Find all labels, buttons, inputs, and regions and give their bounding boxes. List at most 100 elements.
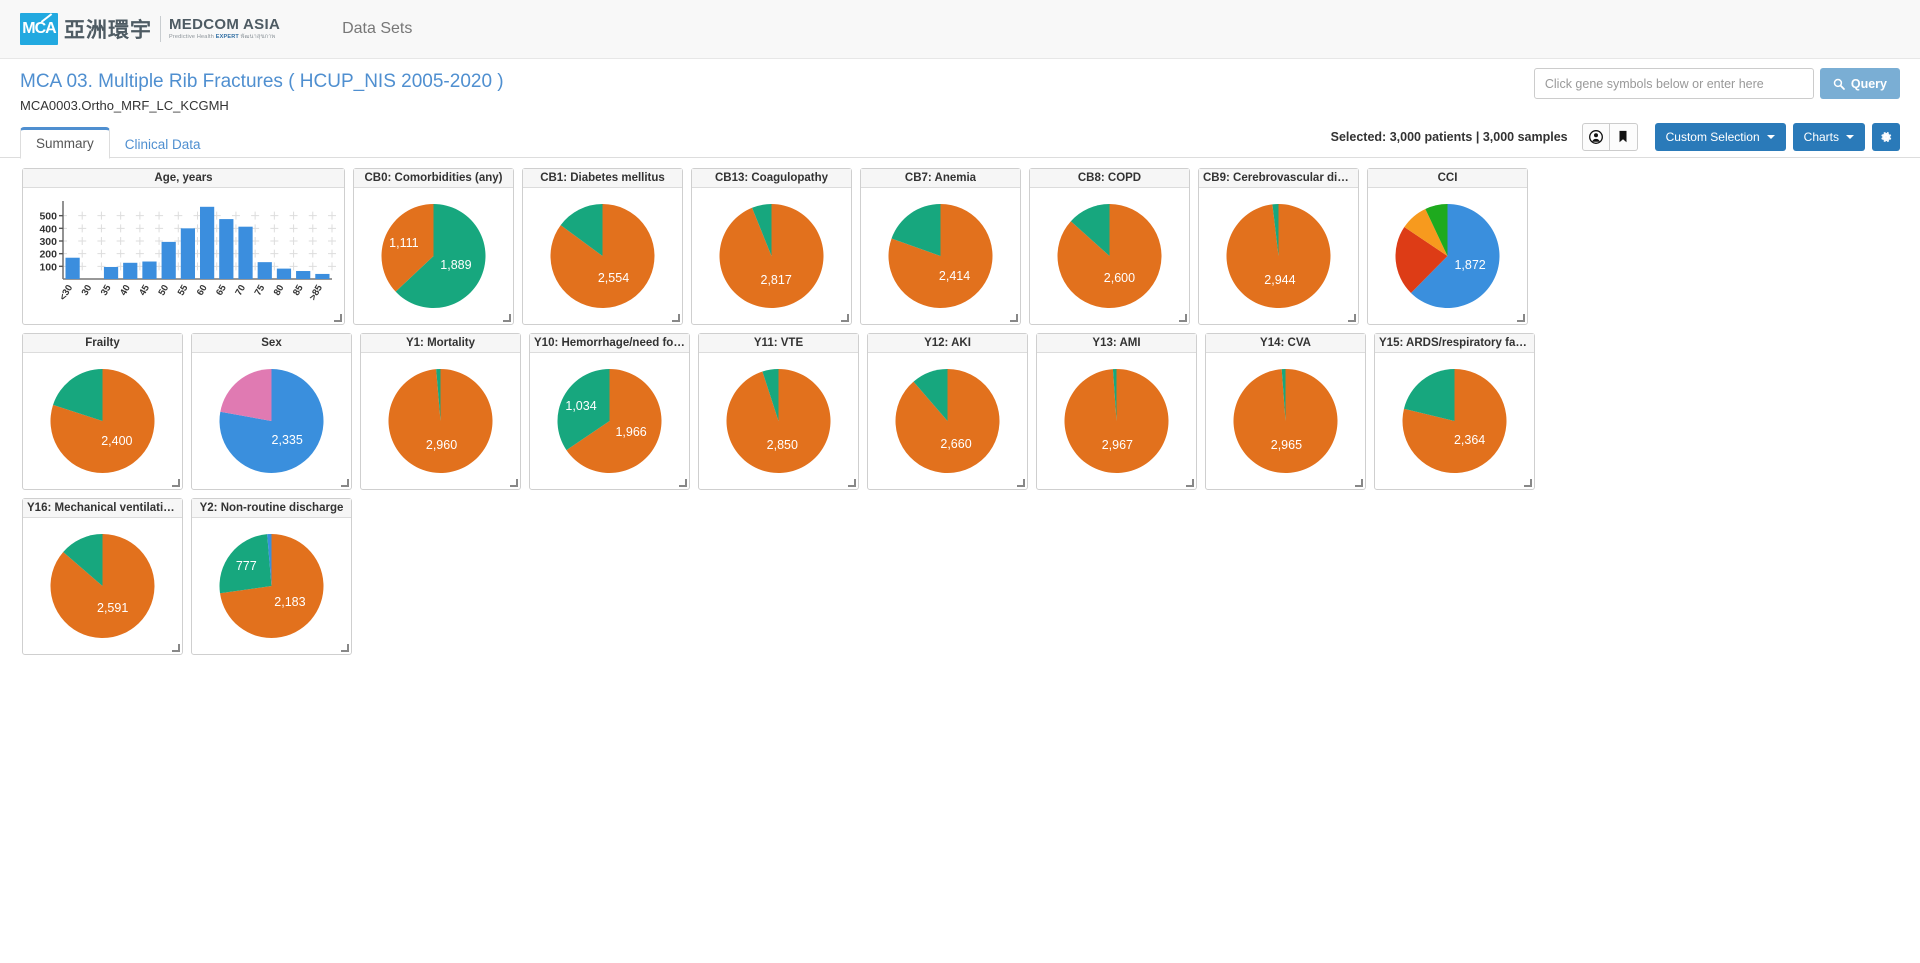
histogram-bar[interactable] [161, 241, 176, 279]
chart-card-sex[interactable]: Sex 2,335 [191, 332, 352, 490]
chart-body-y2[interactable]: 2,183 777 [192, 518, 351, 654]
pie-chart[interactable]: 2,600 [1030, 188, 1189, 324]
chart-card-age[interactable]: Age, years 100 200 300 400 500 <30 30 35 40 45 50 5… [22, 167, 345, 325]
patient-view-button[interactable] [1581, 122, 1610, 151]
resize-handle[interactable] [1010, 313, 1018, 322]
pie-slice[interactable] [219, 533, 272, 594]
pie-chart[interactable]: 2,335 [192, 353, 351, 489]
histogram-bar[interactable] [315, 273, 330, 279]
pie-svg[interactable] [1199, 188, 1358, 324]
pie-chart[interactable]: 2,364 [1375, 353, 1534, 489]
pie-svg[interactable] [1206, 353, 1365, 489]
pie-chart[interactable]: 2,817 [692, 188, 851, 324]
settings-button[interactable] [1872, 122, 1900, 151]
age-histogram[interactable]: 100200300400500 <30 30 35 40 45 50 55 60 65 70 75 80… [23, 189, 344, 323]
pie-svg[interactable] [23, 518, 182, 654]
pie-chart[interactable]: 2,554 [523, 188, 682, 324]
query-button[interactable]: Query [1819, 68, 1900, 99]
chart-card-y2[interactable]: Y2: Non-routine discharge 2,183 777 [191, 497, 352, 655]
pie-svg[interactable] [530, 353, 689, 489]
chart-card-cb9[interactable]: CB9: Cerebrovascular disease 2,944 [1198, 167, 1359, 325]
custom-selection-button[interactable]: Custom Selection [1654, 122, 1786, 151]
pie-svg[interactable] [1037, 353, 1196, 489]
chart-body-y1[interactable]: 2,960 [361, 353, 520, 489]
chart-body-age[interactable]: 100 200 300 400 500 <30 30 35 40 45 50 55 60 65 70 75 80… [23, 188, 344, 324]
resize-handle[interactable] [1179, 313, 1187, 322]
pie-chart[interactable]: 2,591 [23, 518, 182, 654]
pie-chart[interactable]: 2,414 [861, 188, 1020, 324]
pie-svg[interactable] [692, 188, 851, 324]
histogram-bar[interactable] [238, 226, 253, 279]
chart-body-y11[interactable]: 2,850 [699, 353, 858, 489]
resize-handle[interactable] [1186, 478, 1194, 487]
resize-handle[interactable] [503, 313, 511, 322]
pie-chart[interactable]: 1,872 [1368, 188, 1527, 324]
tab-summary[interactable]: Summary [20, 127, 110, 159]
chart-card-y12[interactable]: Y12: AKI 2,660 [867, 332, 1028, 490]
pie-chart[interactable]: 1,889 1,111 [354, 188, 513, 324]
chart-body-cb8[interactable]: 2,600 [1030, 188, 1189, 324]
pie-chart[interactable]: 2,660 [868, 353, 1027, 489]
resize-handle[interactable] [841, 313, 849, 322]
resize-handle[interactable] [510, 478, 518, 487]
histogram-bar[interactable] [142, 261, 157, 279]
resize-handle[interactable] [341, 643, 349, 652]
pie-chart[interactable]: 2,850 [699, 353, 858, 489]
charts-button[interactable]: Charts [1792, 122, 1865, 151]
chart-body-frailty[interactable]: 2,400 [23, 353, 182, 489]
pie-chart[interactable]: 2,400 [23, 353, 182, 489]
chart-card-y1[interactable]: Y1: Mortality 2,960 [360, 332, 521, 490]
pie-svg[interactable] [192, 353, 351, 489]
chart-card-y10[interactable]: Y10: Hemorrhage/need for transfu... 1,96… [529, 332, 690, 490]
chart-body-cb9[interactable]: 2,944 [1199, 188, 1358, 324]
pie-svg[interactable] [868, 353, 1027, 489]
histogram-bar[interactable] [180, 228, 196, 279]
pie-chart[interactable]: 2,960 [361, 353, 520, 489]
pie-svg[interactable] [192, 518, 351, 654]
pie-chart[interactable]: 1,966 1,034 [530, 353, 689, 489]
chart-card-cci[interactable]: CCI 1,872 [1367, 167, 1528, 325]
resize-handle[interactable] [1524, 478, 1532, 487]
resize-handle[interactable] [1355, 478, 1363, 487]
histogram-bar[interactable] [103, 266, 119, 279]
chart-card-frailty[interactable]: Frailty 2,400 [22, 332, 183, 490]
pie-svg[interactable] [23, 353, 182, 489]
resize-handle[interactable] [1348, 313, 1356, 322]
pie-chart[interactable]: 2,183 777 [192, 518, 351, 654]
gene-symbol-search-input[interactable] [1533, 68, 1814, 99]
tab-clinical-data[interactable]: Clinical Data [110, 130, 216, 159]
pie-svg[interactable] [861, 188, 1020, 324]
pie-svg[interactable] [1030, 188, 1189, 324]
chart-body-cb0[interactable]: 1,889 1,111 [354, 188, 513, 324]
histogram-bar[interactable] [65, 257, 80, 279]
histogram-bar[interactable] [199, 206, 215, 279]
chart-body-y16[interactable]: 2,591 [23, 518, 182, 654]
pie-chart[interactable]: 2,944 [1199, 188, 1358, 324]
chart-body-cb7[interactable]: 2,414 [861, 188, 1020, 324]
pie-svg[interactable] [1368, 188, 1527, 324]
pie-svg[interactable] [523, 188, 682, 324]
pie-chart[interactable]: 2,965 [1206, 353, 1365, 489]
chart-body-sex[interactable]: 2,335 [192, 353, 351, 489]
nav-item-data-sets[interactable]: Data Sets [342, 20, 412, 38]
chart-body-y15[interactable]: 2,364 [1375, 353, 1534, 489]
chart-card-cb0[interactable]: CB0: Comorbidities (any) 1,889 1,111 [353, 167, 514, 325]
chart-body-cb1[interactable]: 2,554 [523, 188, 682, 324]
chart-card-cb7[interactable]: CB7: Anemia 2,414 [860, 167, 1021, 325]
resize-handle[interactable] [848, 478, 856, 487]
pie-svg[interactable] [699, 353, 858, 489]
histogram-bar[interactable] [123, 262, 138, 279]
histogram-bar[interactable] [296, 270, 311, 279]
chart-card-cb8[interactable]: CB8: COPD 2,600 [1029, 167, 1190, 325]
resize-handle[interactable] [1017, 478, 1025, 487]
pie-chart[interactable]: 2,967 [1037, 353, 1196, 489]
resize-handle[interactable] [1517, 313, 1525, 322]
chart-body-cci[interactable]: 1,872 [1368, 188, 1527, 324]
pie-svg[interactable] [354, 188, 513, 324]
chart-card-cb13[interactable]: CB13: Coagulopathy 2,817 [691, 167, 852, 325]
resize-handle[interactable] [172, 643, 180, 652]
chart-body-y13[interactable]: 2,967 [1037, 353, 1196, 489]
chart-card-y11[interactable]: Y11: VTE 2,850 [698, 332, 859, 490]
pie-svg[interactable] [1375, 353, 1534, 489]
chart-card-y15[interactable]: Y15: ARDS/respiratory failure 2,364 [1374, 332, 1535, 490]
